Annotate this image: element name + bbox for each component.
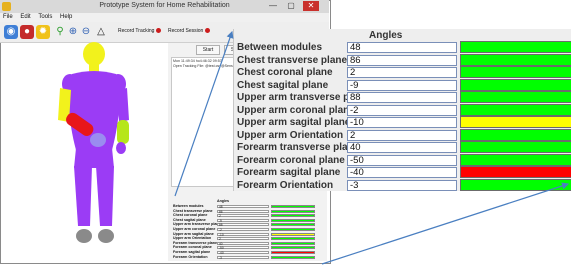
callout-arrows <box>174 30 570 265</box>
arrow-bottom <box>321 182 570 265</box>
arrow-top <box>174 30 234 197</box>
